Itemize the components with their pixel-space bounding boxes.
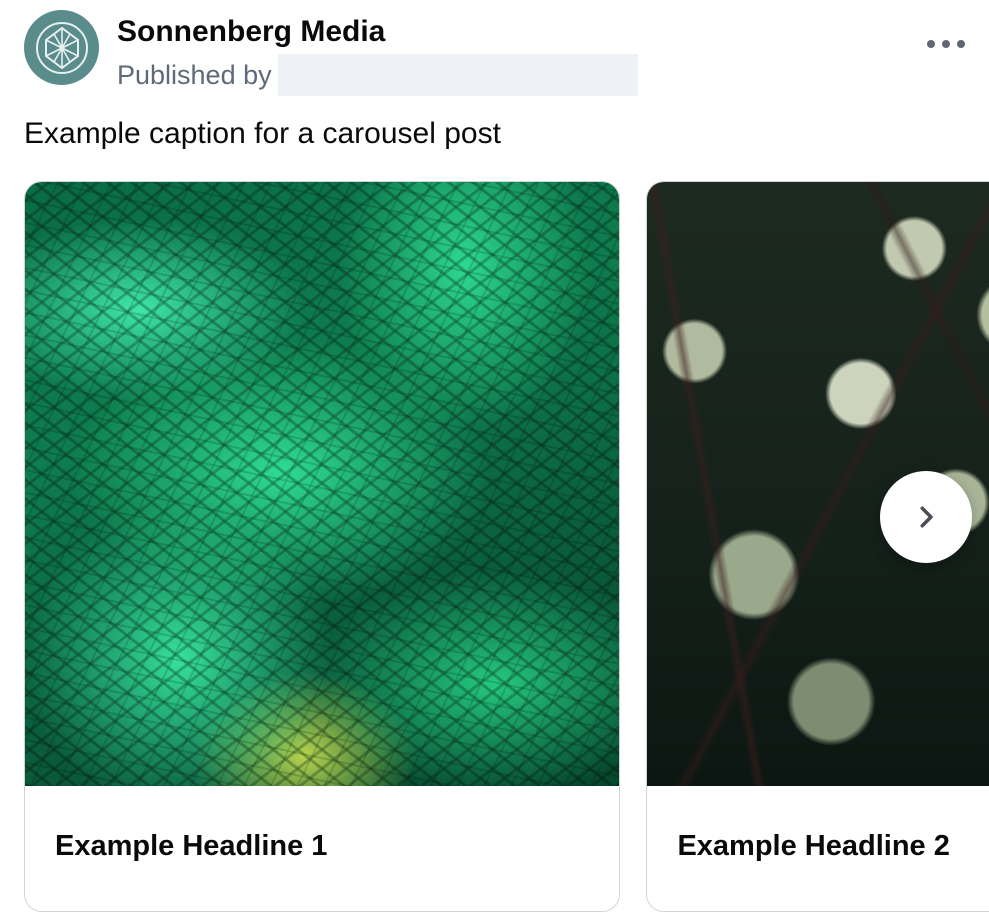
card-headline: Example Headline 1	[55, 830, 589, 863]
card-caption-area: Example Headline 1	[25, 786, 619, 911]
card-caption-area: Example Headline 2	[647, 786, 989, 911]
post-caption: Example caption for a carousel post	[0, 96, 989, 153]
avatar[interactable]	[24, 10, 99, 85]
more-horizontal-icon	[927, 40, 935, 48]
chevron-right-icon	[911, 502, 941, 532]
published-by-line: Published by	[117, 54, 638, 96]
published-by-redacted	[278, 54, 638, 96]
carousel[interactable]: Example Headline 1 Example Headline 2	[0, 181, 989, 912]
header-text: Sonnenberg Media Published by	[117, 10, 638, 96]
carousel-next-button[interactable]	[880, 471, 972, 563]
carousel-card[interactable]: Example Headline 1	[24, 181, 620, 912]
post-header: Sonnenberg Media Published by	[0, 0, 989, 96]
more-menu-button[interactable]	[927, 40, 965, 48]
card-headline: Example Headline 2	[677, 830, 989, 863]
published-by-label: Published by	[117, 60, 272, 91]
leaf-logo-icon	[36, 22, 88, 74]
card-image[interactable]	[25, 182, 619, 786]
page-name[interactable]: Sonnenberg Media	[117, 14, 638, 50]
